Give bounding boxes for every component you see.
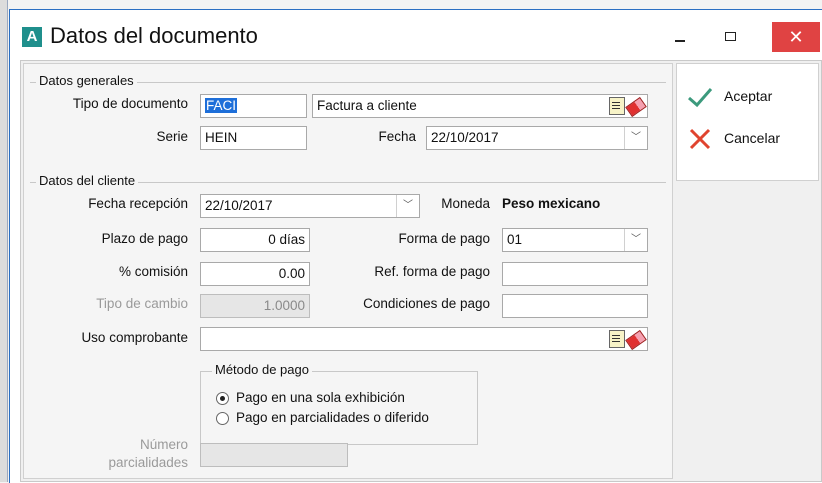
numero-parcialidades-label-2: parcialidades <box>108 455 188 470</box>
close-icon: ✕ <box>788 27 804 47</box>
serie-label: Serie <box>156 129 188 144</box>
fecha-value: 22/10/2017 <box>431 130 499 145</box>
condiciones-pago-label: Condiciones de pago <box>363 296 490 311</box>
minimize-button[interactable] <box>660 22 700 52</box>
maximize-button[interactable] <box>710 22 750 52</box>
fecha-recepcion-value: 22/10/2017 <box>205 198 273 213</box>
condiciones-pago-input[interactable] <box>502 294 648 318</box>
plazo-pago-label: Plazo de pago <box>101 231 188 246</box>
cancel-label: Cancelar <box>724 130 781 146</box>
fecha-input[interactable]: 22/10/2017 ﹀ <box>426 126 648 150</box>
maximize-icon <box>724 32 736 42</box>
comision-label: % comisión <box>118 264 188 279</box>
minimize-icon <box>675 39 685 42</box>
group-title-generales: Datos generales <box>36 73 137 88</box>
chevron-down-icon[interactable]: ﹀ <box>624 127 647 149</box>
eraser-icon[interactable] <box>625 96 647 117</box>
background-strip <box>0 0 8 482</box>
app-icon: A <box>22 27 42 47</box>
moneda-value: Peso mexicano <box>502 196 601 211</box>
window-title: Datos del documento <box>50 23 258 48</box>
fecha-recepcion-label: Fecha recepción <box>88 196 188 211</box>
tipo-documento-code: FACI <box>205 98 238 113</box>
tipo-documento-tools <box>609 96 647 117</box>
radio-pago-parcialidades-label[interactable]: Pago en parcialidades o diferido <box>236 410 429 425</box>
radio-pago-unico-label[interactable]: Pago en una sola exhibición <box>236 390 405 405</box>
title-bar[interactable]: A Datos del documento ✕ <box>10 10 822 60</box>
chevron-down-icon[interactable]: ﹀ <box>624 229 647 251</box>
ref-forma-pago-label: Ref. forma de pago <box>374 264 490 279</box>
accept-label: Aceptar <box>724 88 773 104</box>
numero-parcialidades-label-1: Número <box>139 437 188 452</box>
form-panel: Datos generales Tipo de documento FACI F… <box>23 63 673 479</box>
lookup-icon[interactable] <box>609 97 625 115</box>
ref-forma-pago-input[interactable] <box>502 262 648 286</box>
close-button[interactable]: ✕ <box>772 22 820 52</box>
forma-pago-label: Forma de pago <box>398 231 490 246</box>
tipo-documento-code-input[interactable]: FACI <box>200 94 307 118</box>
moneda-label: Moneda <box>441 196 490 211</box>
uso-comprobante-label: Uso comprobante <box>81 330 188 345</box>
tipo-cambio-input: 1.0000 <box>200 294 310 318</box>
dialog-client-area: Datos generales Tipo de documento FACI F… <box>20 60 822 482</box>
radio-pago-unico[interactable] <box>216 392 229 405</box>
plazo-pago-input[interactable]: 0 días <box>200 228 310 252</box>
eraser-icon[interactable] <box>625 329 647 350</box>
metodo-pago-title: Método de pago <box>212 362 312 377</box>
lookup-icon[interactable] <box>609 330 625 348</box>
metodo-pago-group <box>200 371 478 445</box>
comision-input[interactable]: 0.00 <box>200 262 310 286</box>
x-icon <box>689 128 711 150</box>
tipo-documento-description-input[interactable]: Factura a cliente <box>312 94 648 118</box>
forma-pago-value: 01 <box>507 232 523 247</box>
forma-pago-input[interactable]: 01 ﹀ <box>502 228 648 252</box>
check-icon <box>688 88 713 108</box>
actions-panel: Aceptar Cancelar <box>676 63 819 181</box>
dialog-window: A Datos del documento ✕ Datos generales … <box>9 9 822 483</box>
fecha-recepcion-input[interactable]: 22/10/2017 ﹀ <box>200 194 420 218</box>
group-title-cliente: Datos del cliente <box>36 173 139 188</box>
uso-comprobante-tools <box>609 329 647 350</box>
fecha-label: Fecha <box>378 129 416 144</box>
radio-pago-parcialidades[interactable] <box>216 412 229 425</box>
tipo-cambio-label: Tipo de cambio <box>96 296 188 311</box>
tipo-documento-description: Factura a cliente <box>317 98 417 113</box>
serie-input[interactable]: HEIN <box>200 126 307 150</box>
numero-parcialidades-input <box>200 443 348 467</box>
tipo-documento-label: Tipo de documento <box>72 96 188 111</box>
chevron-down-icon[interactable]: ﹀ <box>396 195 419 217</box>
uso-comprobante-input[interactable] <box>200 327 648 351</box>
